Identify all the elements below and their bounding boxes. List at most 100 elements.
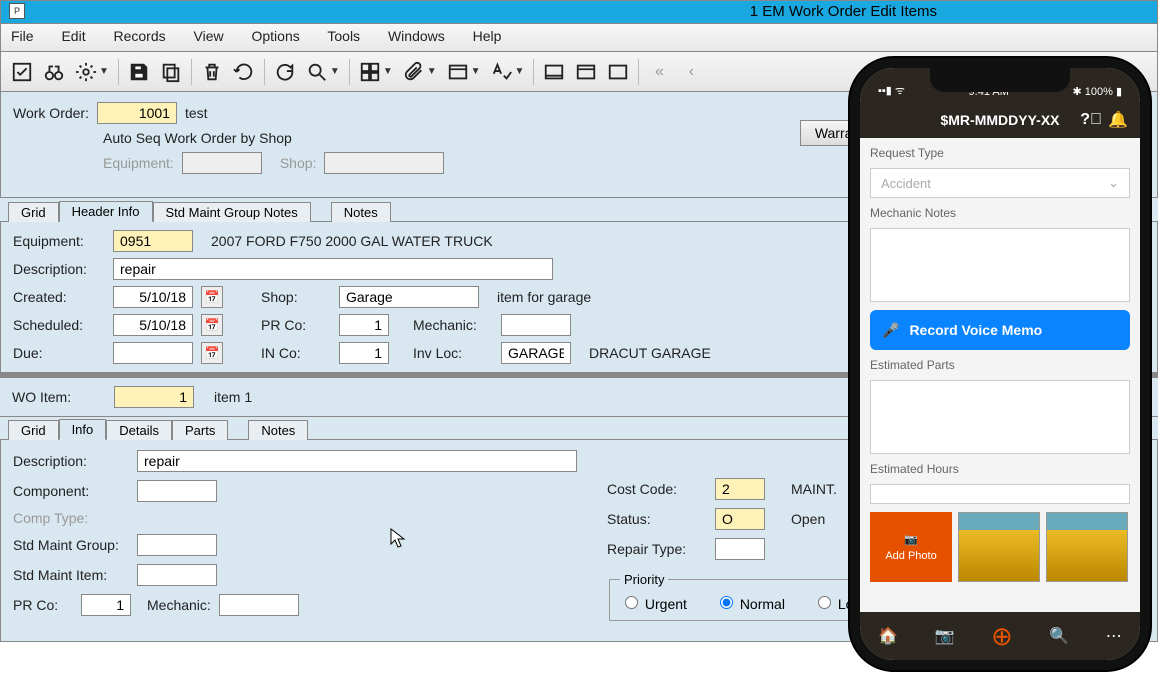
status-input[interactable] <box>715 508 765 530</box>
wo-item-input[interactable] <box>114 386 194 408</box>
binoculars-icon[interactable] <box>39 57 69 87</box>
checkbox-icon[interactable] <box>7 57 37 87</box>
record-voice-memo-button[interactable]: 🎤 Record Voice Memo <box>870 310 1130 350</box>
tab-header-info[interactable]: Header Info <box>59 201 153 222</box>
cost-code-input[interactable] <box>715 478 765 500</box>
more-icon[interactable]: ⋯ <box>1106 626 1122 646</box>
priority-fieldset: Priority Urgent Normal Low <box>609 572 875 621</box>
calendar-icon[interactable]: 📅 <box>201 314 223 336</box>
photo-thumbnail[interactable] <box>958 512 1040 582</box>
dropdown-arrow-icon[interactable]: ▼ <box>383 66 393 77</box>
photo-thumbnail[interactable] <box>1046 512 1128 582</box>
tab-details[interactable]: Details <box>106 420 172 440</box>
priority-urgent[interactable]: Urgent <box>620 593 687 612</box>
refresh-icon[interactable] <box>270 57 300 87</box>
tab-std-maint-group-notes[interactable]: Std Maint Group Notes <box>153 202 311 222</box>
search-icon[interactable] <box>302 57 332 87</box>
info-mechanic-input[interactable] <box>219 594 299 616</box>
bell-icon[interactable]: 🔔 <box>1108 110 1128 130</box>
invloc-input[interactable] <box>501 342 571 364</box>
menu-help[interactable]: Help <box>473 28 502 44</box>
est-hours-input[interactable] <box>870 484 1130 504</box>
est-parts-input[interactable] <box>870 380 1130 454</box>
work-order-desc: test <box>185 105 208 121</box>
mechanic-input[interactable] <box>501 314 571 336</box>
tab-grid2[interactable]: Grid <box>8 420 59 440</box>
save-icon[interactable] <box>124 57 154 87</box>
chevron-down-icon: ⌄ <box>1108 175 1119 191</box>
copy-icon[interactable] <box>156 57 186 87</box>
trash-icon[interactable] <box>197 57 227 87</box>
phone-body: Request Type Accident ⌄ Mechanic Notes 🎤… <box>860 138 1140 612</box>
calendar-icon[interactable]: 📅 <box>201 342 223 364</box>
request-type-select[interactable]: Accident ⌄ <box>870 168 1130 198</box>
first-icon[interactable]: « <box>644 57 674 87</box>
add-icon[interactable]: ⊕ <box>991 621 1013 652</box>
app-icon: P <box>9 3 25 19</box>
menu-records[interactable]: Records <box>113 28 165 44</box>
menubar: File Edit Records View Options Tools Win… <box>0 24 1158 52</box>
prev-icon[interactable]: ‹ <box>676 57 706 87</box>
std-group-input[interactable] <box>137 534 217 556</box>
scheduled-input[interactable] <box>113 314 193 336</box>
menu-tools[interactable]: Tools <box>327 28 360 44</box>
undo-icon[interactable] <box>229 57 259 87</box>
priority-normal[interactable]: Normal <box>715 593 785 612</box>
repair-type-input[interactable] <box>715 538 765 560</box>
equipment-label: Equipment: <box>13 233 105 249</box>
dropdown-arrow-icon[interactable]: ▼ <box>427 66 437 77</box>
minimize-icon[interactable] <box>539 57 569 87</box>
menu-edit[interactable]: Edit <box>61 28 85 44</box>
tab-grid[interactable]: Grid <box>8 202 59 222</box>
search-nav-icon[interactable]: 🔍 <box>1049 626 1069 646</box>
tab-parts[interactable]: Parts <box>172 420 228 440</box>
status-desc: Open <box>791 511 825 527</box>
menu-options[interactable]: Options <box>251 28 299 44</box>
dropdown-arrow-icon[interactable]: ▼ <box>471 66 481 77</box>
dropdown-arrow-icon[interactable]: ▼ <box>515 66 525 77</box>
mechanic-notes-label: Mechanic Notes <box>870 206 1130 220</box>
camera-icon: 📷 <box>904 533 918 546</box>
inco-input[interactable] <box>339 342 389 364</box>
due-input[interactable] <box>113 342 193 364</box>
priority-legend: Priority <box>620 572 668 587</box>
cost-code-desc: MAINT. <box>791 481 837 497</box>
inco-label: IN Co: <box>261 345 331 361</box>
menu-file[interactable]: File <box>11 28 34 44</box>
created-input[interactable] <box>113 286 193 308</box>
spellcheck-icon[interactable] <box>487 57 517 87</box>
component-input[interactable] <box>137 480 217 502</box>
tab-info[interactable]: Info <box>59 419 107 440</box>
created-label: Created: <box>13 289 105 305</box>
maximize-icon[interactable] <box>603 57 633 87</box>
add-photo-button[interactable]: 📷 Add Photo <box>870 512 952 582</box>
home-icon[interactable]: 🏠 <box>878 626 898 646</box>
dropdown-arrow-icon[interactable]: ▼ <box>330 66 340 77</box>
calendar-icon[interactable]: 📅 <box>201 286 223 308</box>
gear-icon[interactable] <box>71 57 101 87</box>
equipment-input[interactable] <box>113 230 193 252</box>
menu-windows[interactable]: Windows <box>388 28 445 44</box>
grid-icon[interactable] <box>355 57 385 87</box>
restore-icon[interactable] <box>571 57 601 87</box>
shop-input[interactable] <box>339 286 479 308</box>
phone-header: $MR-MMDDYY-XX ?⃝ 🔔 <box>860 102 1140 138</box>
work-order-input[interactable] <box>97 102 177 124</box>
prco-input[interactable] <box>339 314 389 336</box>
window-icon[interactable] <box>443 57 473 87</box>
info-mechanic-label: Mechanic: <box>147 597 211 613</box>
help-icon[interactable]: ?⃝ <box>1080 111 1102 129</box>
info-prco-input[interactable] <box>81 594 131 616</box>
info-description-input[interactable] <box>137 450 577 472</box>
tab-notes2[interactable]: Notes <box>248 420 308 440</box>
tab-notes[interactable]: Notes <box>331 202 391 222</box>
mechanic-notes-input[interactable] <box>870 228 1130 302</box>
signal-icon: ▪▪▮ ᯤ <box>878 83 905 98</box>
work-order-label: Work Order: <box>13 105 89 121</box>
menu-view[interactable]: View <box>194 28 224 44</box>
attachment-icon[interactable] <box>399 57 429 87</box>
std-item-input[interactable] <box>137 564 217 586</box>
camera-nav-icon[interactable]: 📷 <box>935 626 955 646</box>
description-input[interactable] <box>113 258 553 280</box>
dropdown-arrow-icon[interactable]: ▼ <box>99 66 109 77</box>
